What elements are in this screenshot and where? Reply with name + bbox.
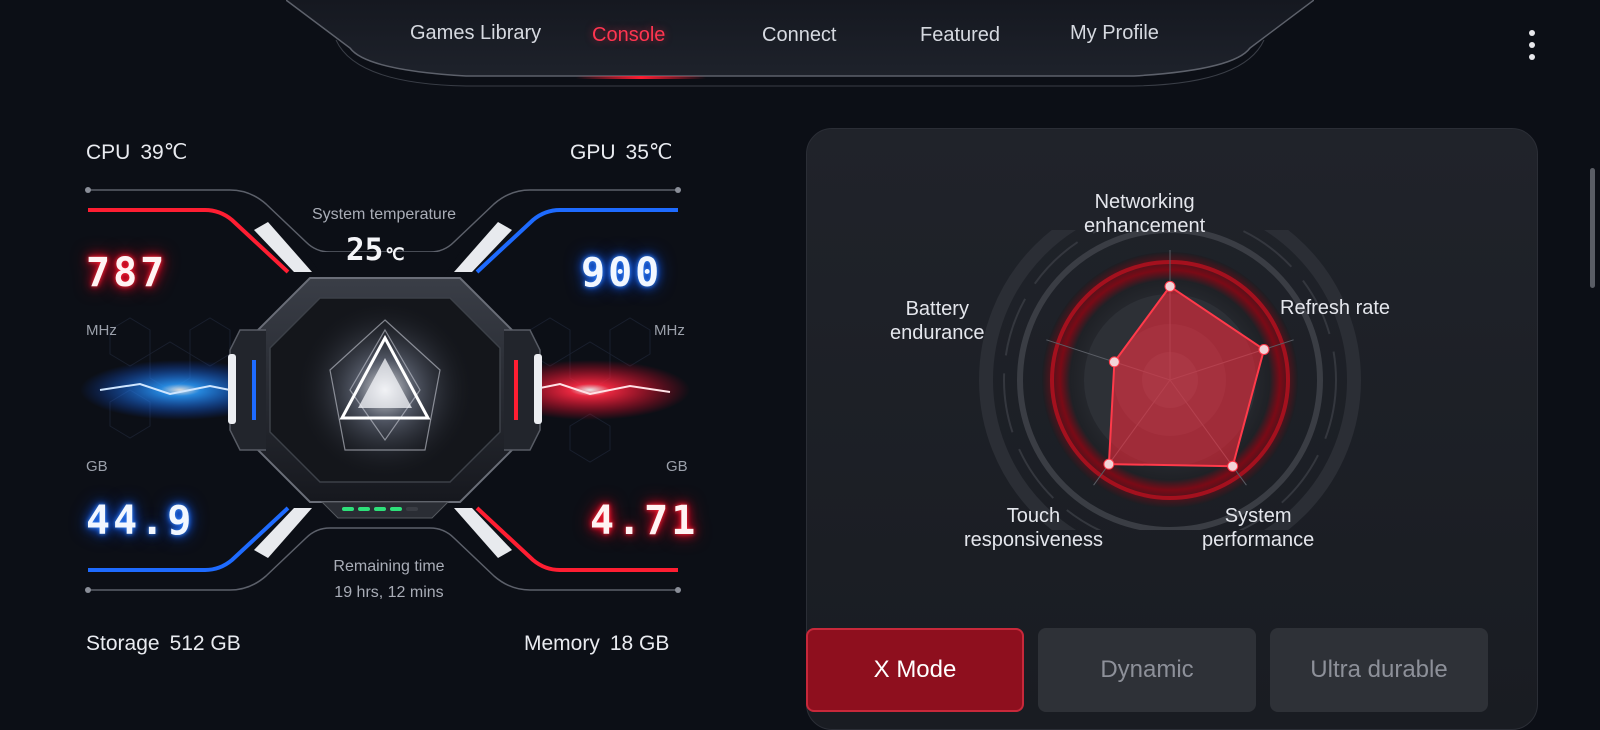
remaining-time-label: Remaining time [333, 558, 445, 575]
battery-segment [390, 507, 402, 511]
gpu-frequency: 900 [581, 250, 663, 296]
memory-unit: GB [666, 458, 688, 475]
gpu-label: GPU 35℃ [570, 141, 673, 164]
memory-total: 18 GB [609, 632, 670, 655]
system-temperature-label: System temperature [312, 206, 457, 223]
cpu-label: CPU 39℃ [86, 141, 188, 164]
cpu-temp: 39℃ [140, 141, 188, 164]
radar-label-battery-endurance: Battery endurance [890, 298, 985, 344]
storage-free-value: 44.9 [86, 498, 195, 544]
radar-chart [979, 230, 1361, 530]
mode-ultra-durable-button[interactable]: Ultra durable [1270, 628, 1488, 712]
radar-label-system-performance: System performance [1202, 505, 1315, 551]
radar-point [1164, 280, 1176, 292]
tab-games-library[interactable]: Games Library [410, 22, 541, 45]
storage-label: Storage 512 GB [86, 632, 241, 655]
battery-segment [374, 507, 386, 511]
tab-my-profile[interactable]: My Profile [1070, 22, 1159, 45]
radar-label-touch-responsiveness: Touch responsiveness [964, 505, 1103, 551]
storage-unit: GB [86, 458, 108, 475]
radar-point [1227, 460, 1239, 472]
radar-point [1258, 343, 1270, 355]
battery-level-bar [342, 507, 418, 511]
more-vertical-icon[interactable] [1526, 30, 1538, 70]
tab-console[interactable]: Console [592, 24, 665, 47]
memory-used-value: 4.71 [590, 498, 699, 544]
tab-featured[interactable]: Featured [920, 24, 1000, 47]
mode-x-mode-button[interactable]: X Mode [806, 628, 1024, 712]
system-temperature-value: 25 ℃ [346, 232, 405, 268]
battery-segment [406, 507, 418, 511]
radar-point [1103, 458, 1115, 470]
remaining-time-value: 19 hrs, 12 mins [334, 584, 444, 601]
cpu-frequency: 787 [86, 250, 168, 296]
cpu-frequency-unit: MHz [86, 322, 117, 339]
gpu-frequency-unit: MHz [654, 322, 685, 339]
battery-segment [342, 507, 354, 511]
battery-segment [358, 507, 370, 511]
radar-label-networking: Networking enhancement [1084, 191, 1206, 237]
radar-point [1108, 356, 1120, 368]
top-nav: Games Library Console Connect Featured M… [286, 0, 1314, 92]
gpu-temp: 35℃ [625, 141, 673, 164]
scrollbar[interactable] [1590, 168, 1595, 288]
mode-dynamic-button[interactable]: Dynamic [1038, 628, 1256, 712]
tab-connect[interactable]: Connect [762, 24, 837, 47]
radar-label-refresh-rate: Refresh rate [1280, 297, 1391, 319]
storage-total: 512 GB [169, 632, 241, 655]
memory-label: Memory 18 GB [524, 632, 670, 655]
